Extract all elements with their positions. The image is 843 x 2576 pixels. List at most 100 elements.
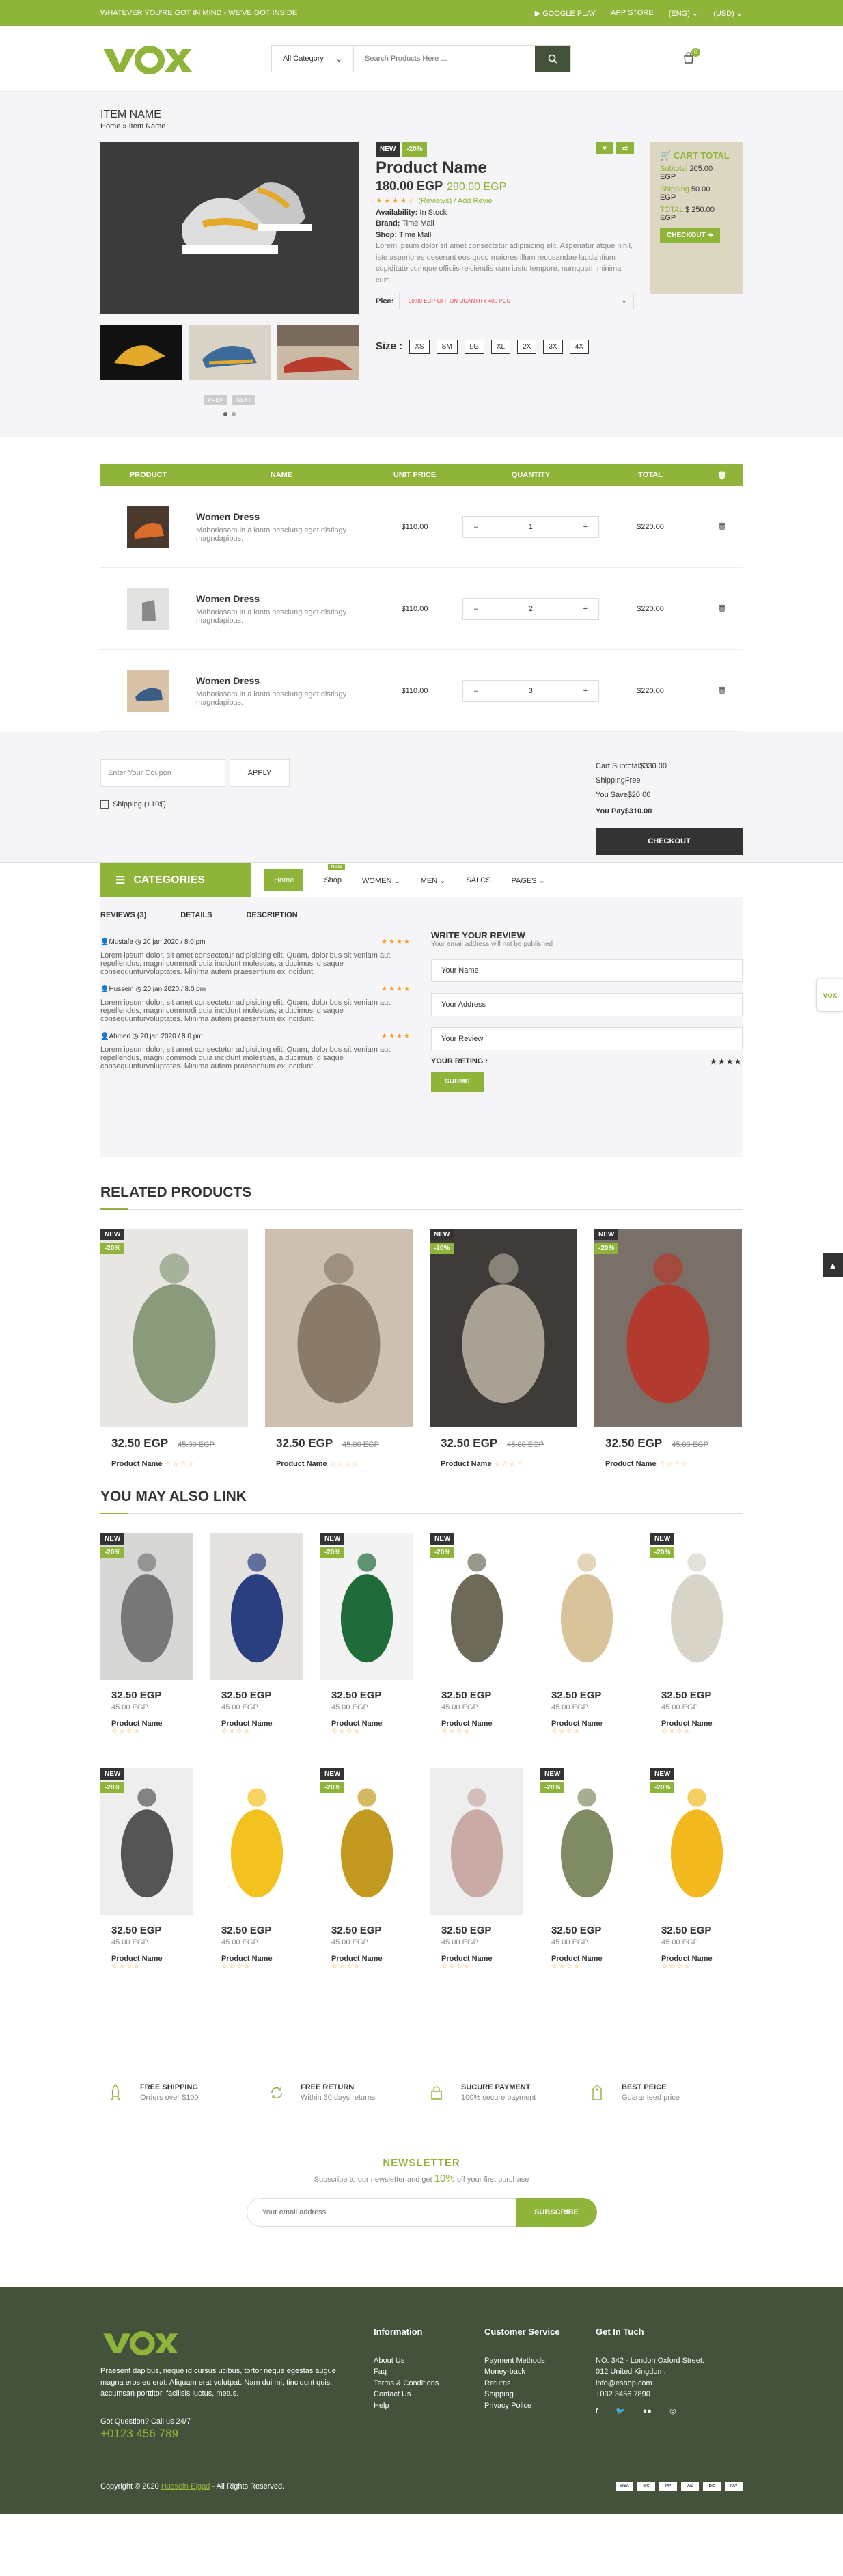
nav-pages[interactable]: PAGES ⌄ bbox=[512, 876, 545, 885]
author-link[interactable]: Hussein-Elgad bbox=[161, 2482, 210, 2491]
app-store-link[interactable]: APP STORE bbox=[611, 9, 654, 17]
cart-checkout-button[interactable]: CHECKOUT ➜ bbox=[660, 228, 720, 243]
facebook-icon[interactable]: f bbox=[596, 2406, 598, 2417]
pice-select[interactable]: -90.00 EGP-OFF ON QUANTITY 400 PCS ⌄ bbox=[399, 293, 634, 311]
product-name[interactable]: Product Name bbox=[210, 1720, 303, 1728]
quantity-value[interactable]: 1 bbox=[529, 523, 533, 531]
footer-link[interactable]: Payment Methods bbox=[484, 2355, 560, 2367]
submit-review-button[interactable]: SUBMIT bbox=[431, 1072, 485, 1092]
tab-details[interactable]: DETAILS bbox=[180, 911, 212, 919]
thumbnail-1[interactable] bbox=[100, 325, 182, 380]
product-name[interactable]: Product Name bbox=[320, 1955, 413, 1963]
rating-stars-input[interactable]: ★★★★ bbox=[710, 1057, 743, 1066]
language-select[interactable]: (ENG) ⌄ bbox=[669, 9, 698, 18]
site-logo[interactable] bbox=[100, 42, 193, 76]
categories-button[interactable]: ☰ CATEGORIES bbox=[100, 863, 251, 898]
product-name[interactable]: Product Name bbox=[210, 1955, 303, 1963]
product-card[interactable]: NEW -20% 32.50 EGP 45.00 EGP Product Name … bbox=[320, 1533, 413, 1735]
product-name[interactable]: Product Name bbox=[430, 1955, 523, 1963]
size-option[interactable]: 2X bbox=[517, 340, 537, 355]
footer-link[interactable]: Faq bbox=[374, 2366, 439, 2378]
product-image-box[interactable]: NEW -20% bbox=[100, 1768, 193, 1915]
product-image-box[interactable]: NEW -20% bbox=[100, 1229, 248, 1427]
footer-phone[interactable]: +0123 456 789 bbox=[100, 2427, 178, 2441]
product-name[interactable]: Product Name bbox=[540, 1955, 633, 1963]
gallery-dot[interactable] bbox=[223, 412, 227, 416]
gallery-next-button[interactable]: NEXT bbox=[232, 395, 255, 405]
footer-phone-2[interactable]: +032 3456 7890 bbox=[596, 2389, 704, 2400]
footer-link[interactable]: Money-back bbox=[484, 2366, 560, 2378]
compare-icon[interactable]: ⇄ bbox=[616, 142, 634, 154]
reviews-link[interactable]: (Reviews) bbox=[418, 197, 452, 205]
product-name[interactable]: Product Name bbox=[650, 1720, 743, 1728]
product-card[interactable]: NEW -20% 32.50 EGP 45.00 EGP Product Name … bbox=[650, 1533, 743, 1735]
delete-icon[interactable]: 🗑 bbox=[702, 604, 743, 613]
product-card[interactable]: 32.50 EGP 45.00 EGP Product Name ☆☆☆☆ bbox=[430, 1768, 523, 1970]
tab-reviews[interactable]: REVIEWS (3) bbox=[100, 911, 146, 919]
footer-email[interactable]: info@eshop.com bbox=[596, 2378, 704, 2389]
cart-item-name[interactable]: Women Dress bbox=[196, 675, 367, 686]
minus-icon[interactable]: – bbox=[474, 523, 478, 531]
scroll-top-button[interactable]: ▲ bbox=[823, 1253, 843, 1277]
nav-men[interactable]: MEN ⌄ bbox=[421, 876, 446, 885]
cart-item-name[interactable]: Women Dress bbox=[196, 511, 367, 522]
checkout-button[interactable]: CHECKOUT bbox=[596, 827, 743, 855]
product-name[interactable]: Product Name bbox=[100, 1720, 193, 1728]
size-option[interactable]: XL bbox=[490, 340, 511, 355]
product-card[interactable]: 32.50 EGP 45.00 EGP Product Name ☆☆☆☆ bbox=[210, 1533, 303, 1735]
product-card[interactable]: NEW -20% 32.50 EGP 45.00 EGP Product Name ☆… bbox=[100, 1229, 248, 1468]
size-option[interactable]: 3X bbox=[543, 340, 563, 355]
product-name[interactable]: Product Name bbox=[430, 1720, 523, 1728]
product-name[interactable]: Product Name bbox=[441, 1460, 492, 1468]
product-card[interactable]: 32.50 EGP 45.00 EGP Product Name ☆☆☆☆ bbox=[540, 1533, 633, 1735]
plus-icon[interactable]: + bbox=[583, 605, 588, 613]
product-name[interactable]: Product Name bbox=[320, 1720, 413, 1728]
product-image-box[interactable]: NEW -20% bbox=[650, 1533, 743, 1680]
product-image-box[interactable]: NEW -20% bbox=[320, 1768, 413, 1915]
header-cart-button[interactable]: 0 bbox=[682, 47, 700, 66]
size-option[interactable]: LG bbox=[464, 340, 484, 355]
product-card[interactable]: 32.50 EGP 45.00 EGP Product Name ☆☆☆☆ bbox=[265, 1229, 413, 1468]
minus-icon[interactable]: – bbox=[474, 605, 478, 613]
nav-shop[interactable]: NEW Shop bbox=[324, 864, 345, 884]
product-card[interactable]: NEW -20% 32.50 EGP 45.00 EGP Product Name … bbox=[100, 1533, 193, 1735]
footer-link[interactable]: Help bbox=[374, 2400, 439, 2412]
footer-link[interactable]: Privacy Police bbox=[484, 2400, 560, 2412]
product-image-box[interactable] bbox=[210, 1533, 303, 1680]
product-card[interactable]: NEW -20% 32.50 EGP 45.00 EGP Product Name ☆… bbox=[430, 1229, 577, 1468]
product-card[interactable]: NEW -20% 32.50 EGP 45.00 EGP Product Name … bbox=[650, 1768, 743, 1970]
size-option[interactable]: XS bbox=[409, 340, 430, 355]
product-card[interactable]: NEW -20% 32.50 EGP 45.00 EGP Product Name ☆… bbox=[594, 1229, 742, 1468]
review-address-field[interactable]: Your Address bbox=[431, 993, 743, 1016]
product-image-box[interactable]: NEW -20% bbox=[100, 1533, 193, 1680]
footer-link[interactable]: About Us bbox=[374, 2355, 439, 2367]
product-image-box[interactable]: NEW -20% bbox=[540, 1768, 633, 1915]
search-input[interactable] bbox=[354, 46, 535, 72]
product-name[interactable]: Product Name bbox=[540, 1720, 633, 1728]
add-review-link[interactable]: Add Revie bbox=[458, 197, 493, 205]
currency-select[interactable]: (USD) ⌄ bbox=[713, 9, 743, 18]
product-name[interactable]: Product Name bbox=[605, 1460, 657, 1468]
instagram-icon[interactable]: ◎ bbox=[669, 2406, 676, 2417]
apply-coupon-button[interactable]: APPLY bbox=[230, 759, 290, 787]
review-name-field[interactable]: Your Name bbox=[431, 959, 743, 982]
category-select[interactable]: All Category ⌄ bbox=[272, 46, 354, 72]
product-card[interactable]: NEW -20% 32.50 EGP 45.00 EGP Product Name … bbox=[100, 1768, 193, 1970]
floating-logo-button[interactable]: vox bbox=[817, 979, 843, 1011]
review-text-field[interactable]: Your Review bbox=[431, 1027, 743, 1050]
product-image-box[interactable]: NEW -20% bbox=[430, 1229, 577, 1427]
thumbnail-2[interactable] bbox=[189, 325, 271, 380]
product-image-box[interactable]: NEW -20% bbox=[320, 1533, 413, 1680]
product-image-box[interactable] bbox=[430, 1768, 523, 1915]
footer-link[interactable]: Terms & Conditions bbox=[374, 2378, 439, 2389]
footer-link[interactable]: Returns bbox=[484, 2378, 560, 2389]
gallery-dot[interactable] bbox=[232, 412, 236, 416]
thumbnail-3[interactable] bbox=[277, 325, 359, 380]
product-name[interactable]: Product Name bbox=[111, 1460, 163, 1468]
product-image-box[interactable] bbox=[540, 1533, 633, 1680]
flickr-icon[interactable]: ●● bbox=[643, 2406, 652, 2417]
google-play-link[interactable]: ▶ GOOGLE PLAY bbox=[535, 9, 596, 18]
plus-icon[interactable]: + bbox=[583, 523, 588, 531]
delete-icon[interactable]: 🗑 bbox=[702, 522, 743, 531]
product-card[interactable]: 32.50 EGP 45.00 EGP Product Name ☆☆☆☆ bbox=[210, 1768, 303, 1970]
